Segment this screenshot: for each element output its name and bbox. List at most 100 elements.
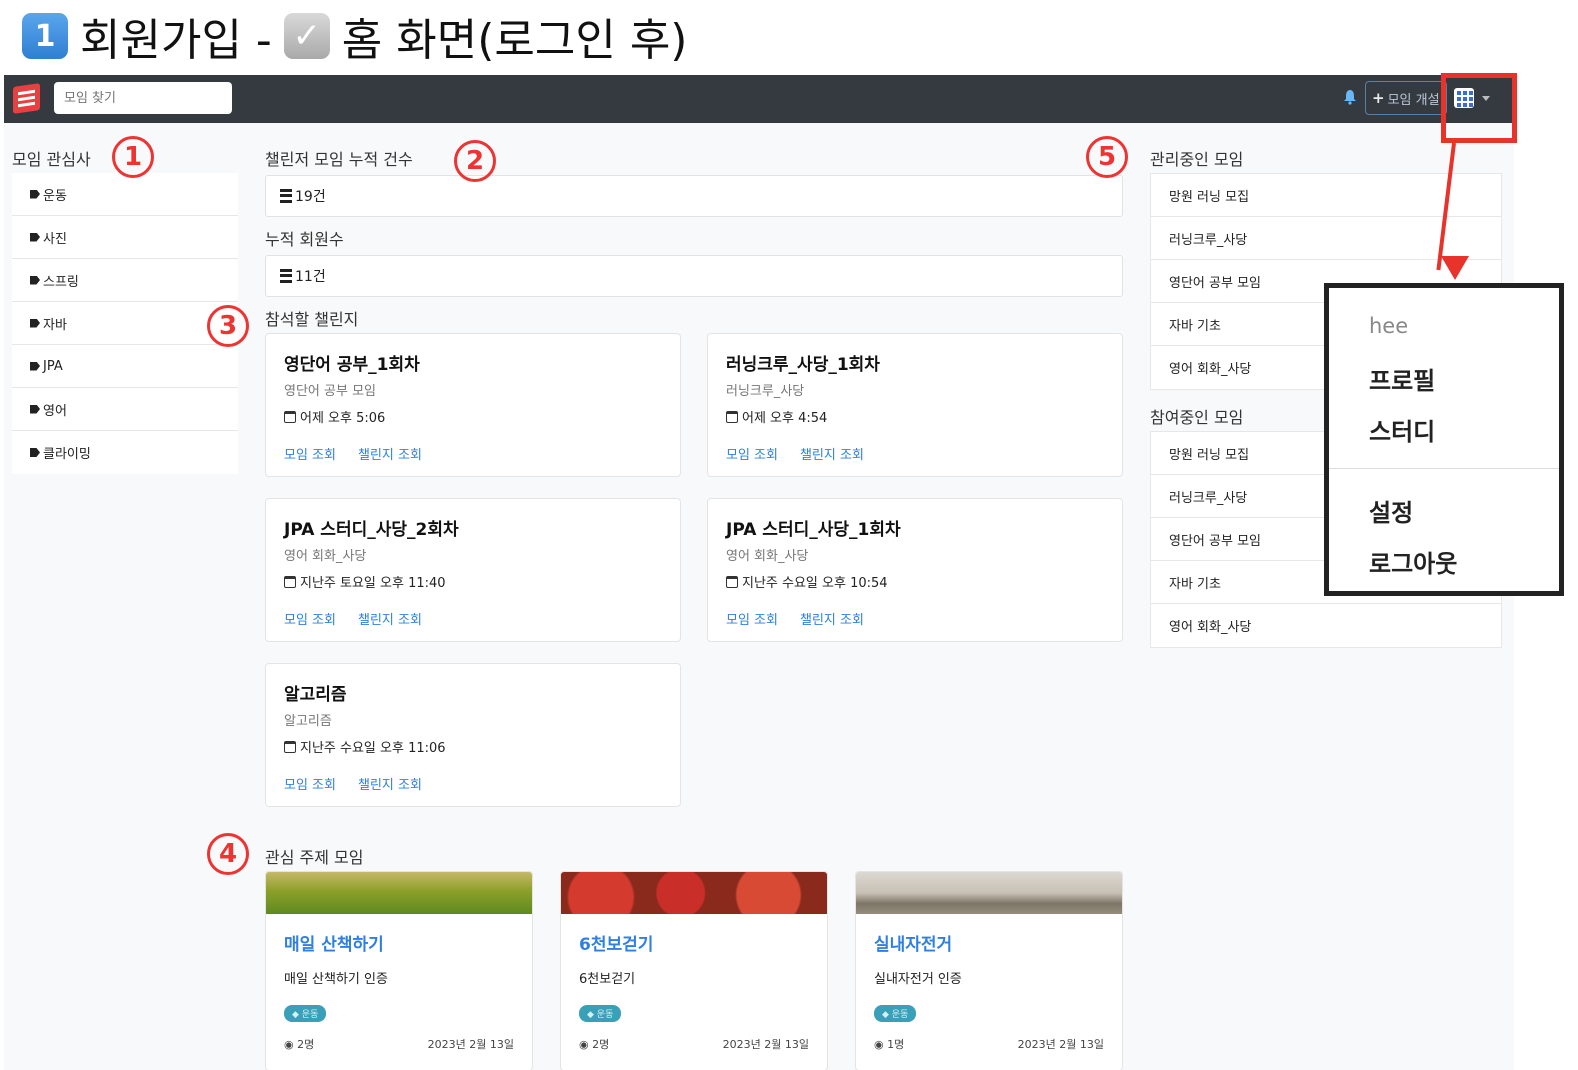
challenge-time: 지난주 수요일 오후 11:06 (284, 737, 662, 756)
calendar-icon (726, 410, 738, 423)
interest-label: 사진 (43, 231, 67, 247)
annotation-2: 2 (454, 140, 496, 182)
challenge-count-value: 19건 (295, 189, 326, 205)
bell-icon[interactable] (1343, 89, 1357, 107)
calendar-icon (284, 740, 296, 753)
title-text-after: 홈 화면(로그인 후) (341, 15, 688, 66)
interest-item[interactable]: 영어 (12, 388, 238, 431)
plus-icon: + (1372, 89, 1385, 107)
calendar-icon (726, 575, 738, 588)
tag-icon (30, 318, 40, 328)
interest-item[interactable]: 스프링 (12, 259, 238, 302)
profile-dropdown-menu: hee 프로필 스터디 설정 로그아웃 (1324, 283, 1564, 596)
challenge-group: 알고리즘 (284, 714, 332, 729)
tag-icon (30, 275, 40, 285)
member-count-text: 2명 (297, 1038, 315, 1051)
challenge-time-text: 지난주 토요일 오후 11:40 (300, 576, 446, 591)
interests-list: 운동 사진 스프링 자바 JPA 영어 클라이밍 (12, 173, 238, 474)
challenge-title: 러닝크루_사당_1회차 (726, 355, 880, 375)
screenshot-root: 1 회원가입 - ✓ 홈 화면(로그인 후) + 모임 개설 모임 관심사 (0, 0, 1578, 1070)
group-card[interactable]: 6천보걷기 6천보걷기 ◆ 운동 ◉ 2명 2023년 2월 13일 (560, 871, 828, 1070)
tag-badge[interactable]: ◆ 운동 (284, 1005, 327, 1022)
interest-item[interactable]: 운동 (12, 173, 238, 216)
menu-item-study[interactable]: 스터디 (1369, 412, 1435, 447)
tag-label: 운동 (891, 1010, 909, 1020)
managed-title: 관리중인 모임 (1150, 150, 1244, 169)
view-group-link[interactable]: 모임 조회 (726, 609, 778, 628)
group-card[interactable]: 실내자전거 실내자전거 인증 ◆ 운동 ◉ 1명 2023년 2월 13일 (855, 871, 1123, 1070)
member-count-title: 누적 회원수 (265, 230, 344, 249)
challenge-title: 알고리즘 (284, 685, 347, 705)
navbar: + 모임 개설 (4, 75, 1514, 123)
create-group-label: 모임 개설 (1387, 92, 1440, 108)
tag-icon (30, 404, 40, 414)
checkmark-icon: ✓ (283, 13, 330, 59)
view-group-link[interactable]: 모임 조회 (284, 444, 336, 463)
member-count-text: 1명 (887, 1038, 905, 1051)
tag-badge[interactable]: ◆ 운동 (874, 1005, 917, 1022)
view-challenge-link[interactable]: 챌린지 조회 (800, 609, 864, 628)
view-group-link[interactable]: 모임 조회 (284, 609, 336, 628)
number-one-badge: 1 (22, 13, 68, 59)
group-title[interactable]: 실내자전거 (874, 930, 1104, 955)
view-challenge-link[interactable]: 챌린지 조회 (358, 609, 422, 628)
member-count-box: 11건 (265, 255, 1123, 297)
joined-item[interactable]: 영어 회화_사당 (1151, 604, 1501, 647)
interest-item[interactable]: 클라이밍 (12, 431, 238, 474)
group-card[interactable]: 매일 산책하기 매일 산책하기 인증 ◆ 운동 ◉ 2명 2023년 2월 13일 (265, 871, 533, 1070)
interests-title: 모임 관심사 (12, 150, 91, 169)
managed-item[interactable]: 러닝크루_사당 (1151, 217, 1501, 260)
app-window: + 모임 개설 모임 관심사 운동 사진 스프링 자바 JPA 영어 클라이밍 … (4, 75, 1514, 1070)
member-count: ◉ 2명 (579, 1038, 610, 1051)
group-title[interactable]: 6천보걷기 (579, 930, 809, 955)
view-challenge-link[interactable]: 챌린지 조회 (358, 444, 422, 463)
tag-label: 운동 (596, 1010, 614, 1020)
arrow-head-icon (1441, 256, 1469, 280)
challenge-time-text: 어제 오후 5:06 (300, 411, 386, 426)
search-input[interactable] (54, 82, 232, 114)
challenge-time-text: 지난주 수요일 오후 10:54 (742, 576, 888, 591)
group-desc: 매일 산책하기 인증 (284, 972, 388, 987)
interest-item[interactable]: 자바 (12, 302, 238, 345)
view-challenge-link[interactable]: 챌린지 조회 (800, 444, 864, 463)
create-group-button[interactable]: + 모임 개설 (1365, 81, 1447, 115)
interest-label: JPA (43, 358, 63, 374)
challenge-group: 영어 회화_사당 (284, 549, 367, 564)
calendar-icon (284, 410, 296, 423)
view-group-link[interactable]: 모임 조회 (726, 444, 778, 463)
challenges-title: 참석할 챌린지 (265, 310, 359, 329)
interest-item[interactable]: JPA (12, 345, 238, 388)
challenge-time-text: 지난주 수요일 오후 11:06 (300, 741, 446, 756)
highlight-box (1441, 73, 1517, 143)
tag-badge[interactable]: ◆ 운동 (579, 1005, 622, 1022)
tag-label: 운동 (301, 1010, 319, 1020)
menu-item-logout[interactable]: 로그아웃 (1369, 544, 1457, 579)
member-count-text: 2명 (592, 1038, 610, 1051)
interest-label: 스프링 (43, 274, 79, 290)
menu-item-profile[interactable]: 프로필 (1369, 361, 1435, 396)
interest-item[interactable]: 사진 (12, 216, 238, 259)
challenge-time: 지난주 수요일 오후 10:54 (726, 572, 1104, 591)
tag-icon (30, 189, 40, 199)
joined-title: 참여중인 모임 (1150, 408, 1244, 427)
group-image (266, 872, 532, 914)
challenge-group: 영단어 공부 모임 (284, 384, 376, 399)
challenge-group: 러닝크루_사당 (726, 384, 805, 399)
dropdown-username: hee (1369, 314, 1409, 338)
challenge-time: 지난주 토요일 오후 11:40 (284, 572, 662, 591)
tag-icon (30, 232, 40, 242)
challenge-count-title: 챌린저 모임 누적 건수 (265, 150, 413, 169)
created-date: 2023년 2월 13일 (427, 1038, 514, 1051)
view-group-link[interactable]: 모임 조회 (284, 774, 336, 793)
view-challenge-link[interactable]: 챌린지 조회 (358, 774, 422, 793)
created-date: 2023년 2월 13일 (722, 1038, 809, 1051)
challenge-group: 영어 회화_사당 (726, 549, 809, 564)
group-title[interactable]: 매일 산책하기 (284, 930, 514, 955)
annotation-5: 5 (1086, 136, 1128, 178)
challenge-time-text: 어제 오후 4:54 (742, 411, 828, 426)
menu-item-settings[interactable]: 설정 (1369, 493, 1413, 528)
annotation-3: 3 (207, 305, 249, 347)
annotation-1: 1 (112, 136, 154, 178)
logo-icon[interactable] (13, 83, 40, 114)
interest-groups-title: 관심 주제 모임 (265, 848, 364, 867)
